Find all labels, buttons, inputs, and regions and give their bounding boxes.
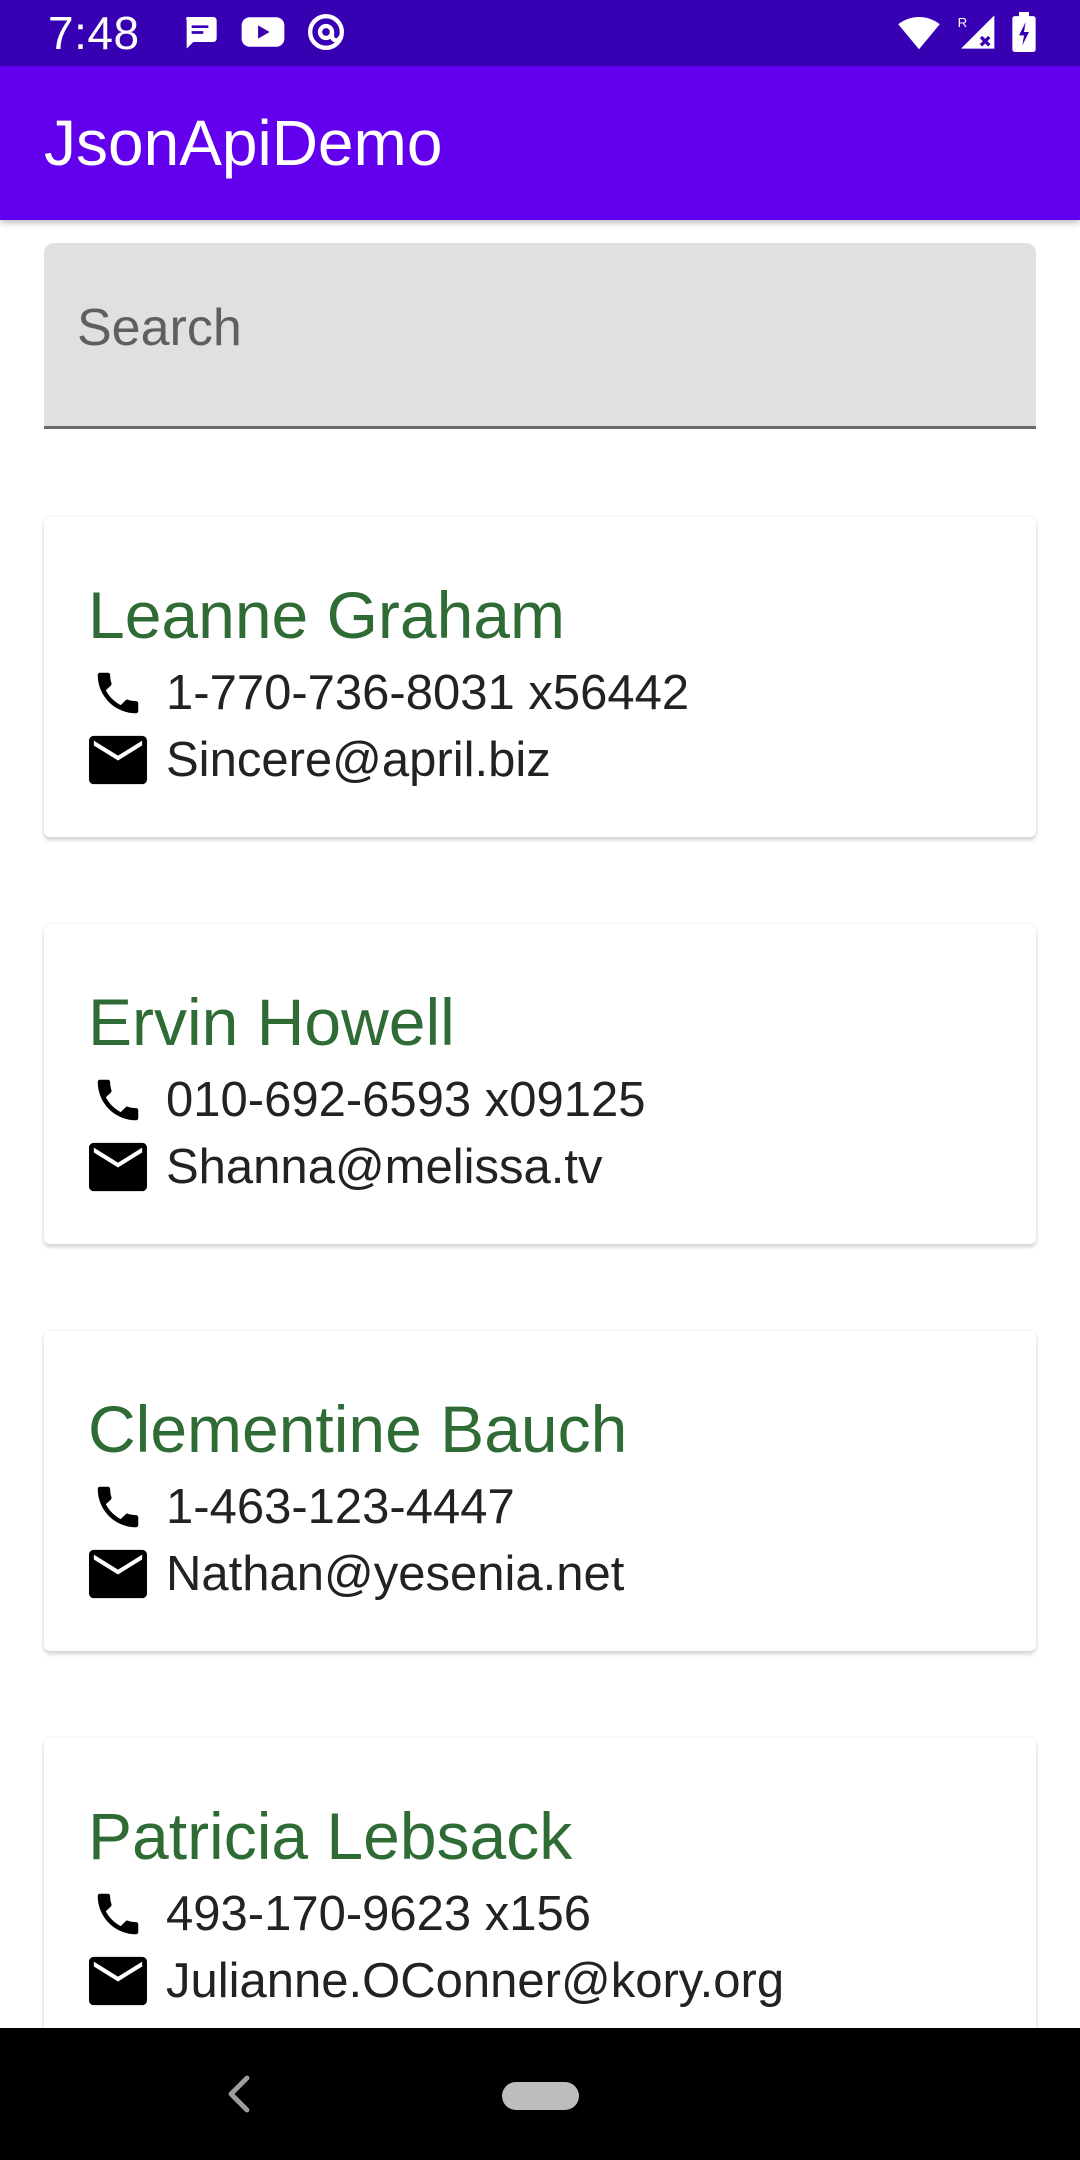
app-title: JsonApiDemo [44,107,443,179]
user-card[interactable]: Ervin Howell 010-692-6593 x09125 Shanna@me… [44,924,1036,1244]
user-phone: 493-170-9623 x156 [166,1887,592,1941]
status-notification-icons [180,12,346,52]
user-phone: 1-770-736-8031 x56442 [166,666,690,720]
at-sign-icon [306,12,346,52]
youtube-icon [240,12,286,52]
phone-icon [88,1477,148,1537]
app-bar: JsonApiDemo [0,66,1080,220]
email-row: Shanna@melissa.tv [88,1137,603,1197]
user-card[interactable]: Patricia Lebsack 493-170-9623 x156 Juliann… [44,1738,1036,2028]
email-icon [88,730,148,790]
user-email: Shanna@melissa.tv [166,1140,603,1194]
user-name: Ervin Howell [88,985,455,1059]
email-icon [88,1951,148,2011]
user-email: Sincere@april.biz [166,733,551,787]
navigation-bar [0,2028,1080,2160]
phone-row: 010-692-6593 x09125 [88,1070,646,1130]
back-icon[interactable] [225,2074,253,2119]
user-list-screen: Leanne Graham 1-770-736-8031 x56442 Sincer… [0,220,1080,2028]
status-system-icons: R [898,12,1036,52]
user-name: Leanne Graham [88,578,565,652]
signal-icon: R [954,12,998,52]
user-email: Nathan@yesenia.net [166,1547,625,1601]
email-icon [88,1544,148,1604]
phone-icon [88,1070,148,1130]
user-name: Clementine Bauch [88,1392,628,1466]
status-time: 7:48 [48,7,140,59]
svg-text:R: R [958,15,968,30]
email-icon [88,1137,148,1197]
user-phone: 1-463-123-4447 [166,1480,515,1534]
battery-icon [1012,12,1036,52]
search-input[interactable] [77,293,997,363]
search-field[interactable] [44,243,1036,429]
phone-icon [88,663,148,723]
phone-row: 493-170-9623 x156 [88,1884,591,1944]
user-name: Patricia Lebsack [88,1799,573,1873]
user-email: Julianne.OConner@kory.org [166,1954,785,2008]
user-phone: 010-692-6593 x09125 [166,1073,646,1127]
status-bar: 7:48 R [0,0,1080,66]
messages-icon [180,12,220,52]
email-row: Nathan@yesenia.net [88,1544,624,1604]
user-card[interactable]: Clementine Bauch 1-463-123-4447 Nathan@yes… [44,1331,1036,1651]
phone-icon [88,1884,148,1944]
home-pill-icon[interactable] [502,2082,579,2110]
phone-row: 1-463-123-4447 [88,1477,515,1537]
user-card[interactable]: Leanne Graham 1-770-736-8031 x56442 Sincer… [44,517,1036,837]
email-row: Sincere@april.biz [88,730,551,790]
wifi-icon [898,13,940,51]
email-row: Julianne.OConner@kory.org [88,1951,784,2011]
phone-row: 1-770-736-8031 x56442 [88,663,689,723]
